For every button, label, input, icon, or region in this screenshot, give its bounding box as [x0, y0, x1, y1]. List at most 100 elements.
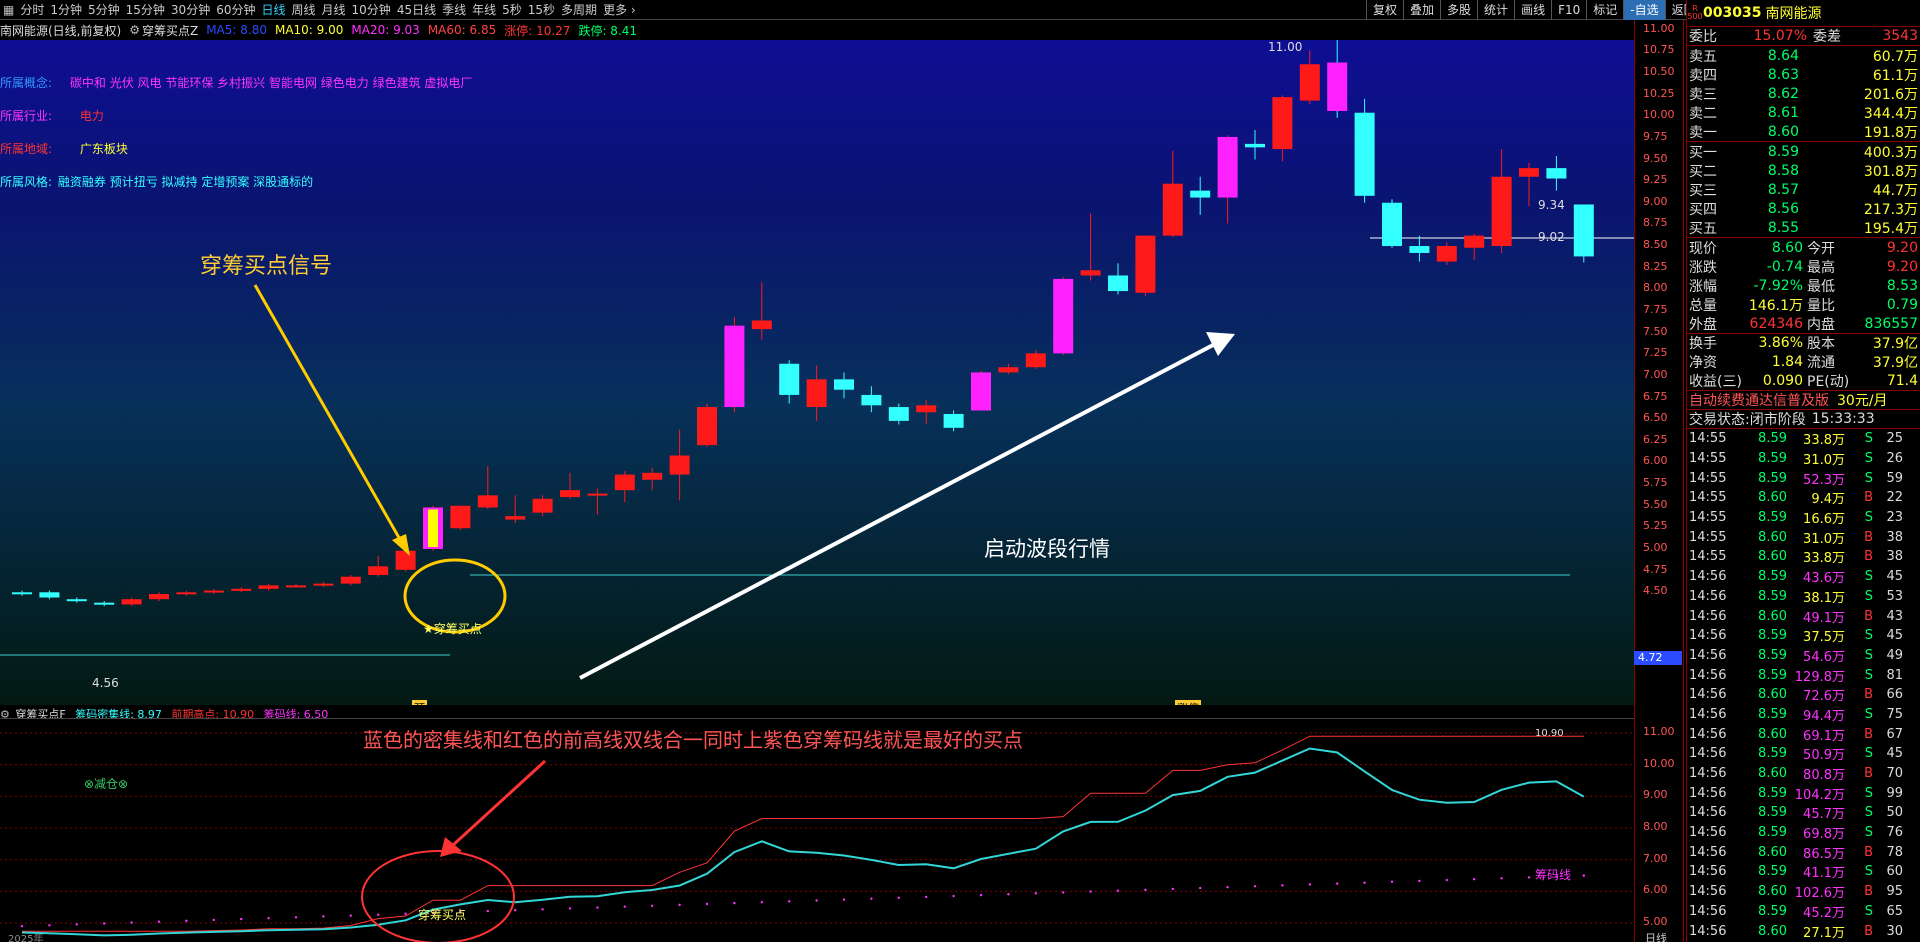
- candle-body: [642, 472, 663, 480]
- more-menu[interactable]: 更多 ›: [600, 1, 639, 18]
- period-fenshi[interactable]: 分时: [17, 1, 47, 18]
- chip-dot: [788, 900, 791, 903]
- tick-price: 8.59: [1758, 451, 1787, 467]
- chip-dot: [1116, 889, 1120, 892]
- chip-dot: [1390, 880, 1394, 884]
- candle-body: [1573, 204, 1594, 257]
- tick-side: B: [1864, 726, 1873, 742]
- candle-body: [149, 594, 169, 600]
- gear-icon[interactable]: ⚙: [129, 23, 140, 37]
- period-10min[interactable]: 10分钟: [349, 1, 394, 18]
- level-price: 8.57: [1767, 181, 1799, 198]
- chip-dot: [1007, 893, 1010, 896]
- stat-label-2: 内盘: [1807, 316, 1835, 333]
- tick-time: 14:56: [1689, 766, 1727, 782]
- ma10-value: MA10: 9.00: [274, 23, 344, 37]
- status-label: 交易状态:: [1689, 412, 1750, 428]
- period-5sec[interactable]: 5秒: [499, 1, 525, 18]
- period-30min[interactable]: 30分钟: [168, 1, 213, 18]
- level-price: 8.60: [1767, 123, 1799, 140]
- candle-body: [1162, 183, 1183, 236]
- tick-time: 14:56: [1689, 588, 1727, 604]
- kline-chart[interactable]: 所属概念: 碳中和 光伏 风电 节能环保 乡村振兴 智能电网 绿色电力 绿色建筑…: [0, 40, 1634, 705]
- tick-time: 14:55: [1689, 490, 1727, 506]
- draw-line-button[interactable]: 画线: [1514, 0, 1551, 20]
- tick-row: 14:56 8.60 72.6万 B 66: [1687, 685, 1920, 705]
- restore-right-button[interactable]: 复权: [1366, 0, 1403, 20]
- tick-count: 22: [1886, 490, 1903, 506]
- period-quarter[interactable]: 季线: [439, 1, 469, 18]
- candle-body: [1464, 235, 1485, 248]
- stat-value-2: 9.20: [1886, 258, 1918, 275]
- promo-row[interactable]: 自动续费通达信普及版 30元/月: [1687, 390, 1920, 409]
- chip-dot: [322, 915, 325, 918]
- period-daily[interactable]: 日线: [258, 1, 288, 18]
- level-label: 买二: [1689, 163, 1717, 180]
- candle-body: [340, 576, 361, 584]
- promo-text: 自动续费通达信普及版: [1689, 393, 1829, 409]
- period-year[interactable]: 年线: [469, 1, 499, 18]
- candle-body: [258, 585, 279, 589]
- tick-price: 8.59: [1758, 431, 1787, 447]
- candle-body: [1546, 168, 1567, 179]
- stat-label-2: 最高: [1807, 259, 1835, 276]
- period-15min[interactable]: 15分钟: [123, 1, 168, 18]
- sub-buy-label: 穿筹买点: [418, 908, 467, 922]
- tick-row: 14:56 8.59 41.1万 S 60: [1687, 862, 1920, 882]
- tick-side: B: [1864, 529, 1873, 545]
- stat-value: -0.74: [1766, 258, 1803, 275]
- f10-button[interactable]: F10: [1551, 0, 1586, 20]
- period-5min[interactable]: 5分钟: [85, 1, 123, 18]
- multi-stock-button[interactable]: 多股: [1440, 0, 1477, 20]
- level-label: 买四: [1689, 201, 1717, 218]
- stock-title: 南网能源(日线,前复权): [0, 23, 122, 38]
- chip-dot: [20, 924, 24, 928]
- level-volume: 301.8万: [1863, 163, 1918, 180]
- tick-side: B: [1864, 923, 1873, 939]
- tick-side: B: [1864, 844, 1873, 860]
- candle-body: [203, 590, 224, 593]
- tick-side: S: [1864, 510, 1873, 526]
- sub-tick: 7.00: [1643, 851, 1668, 865]
- tick-count: 99: [1886, 785, 1903, 801]
- statistics-button[interactable]: 统计: [1477, 0, 1514, 20]
- tick-row: 14:56 8.59 69.8万 S 76: [1687, 823, 1920, 843]
- period-multi[interactable]: 多周期: [558, 1, 600, 18]
- tick-price: 8.59: [1758, 706, 1787, 722]
- period-1min[interactable]: 1分钟: [47, 1, 85, 18]
- price-tick: 7.75: [1643, 303, 1668, 316]
- tick-count: 81: [1886, 667, 1903, 683]
- tick-count: 45: [1886, 628, 1903, 644]
- tick-row: 14:55 8.59 52.3万 S 59: [1687, 468, 1920, 488]
- watchlist-button[interactable]: -自选: [1623, 0, 1665, 20]
- stat-row: 换手 3.86% 股本 37.9亿: [1687, 333, 1920, 352]
- overlay-button[interactable]: 叠加: [1403, 0, 1440, 20]
- chip-dot: [103, 922, 106, 925]
- stat-label: 涨幅: [1689, 278, 1717, 295]
- status-value: 闭市阶段: [1749, 412, 1806, 428]
- period-45day[interactable]: 45日线: [394, 1, 439, 18]
- indicator-name[interactable]: 穿筹买点Z: [142, 22, 198, 39]
- tick-price: 8.60: [1758, 490, 1787, 506]
- tick-row: 14:55 8.60 33.8万 B 38: [1687, 547, 1920, 567]
- chip-label: 筹码线: [1535, 868, 1572, 882]
- period-60min[interactable]: 60分钟: [213, 1, 258, 18]
- price-axis: 11.00 10.75 10.50 10.25 10.00 9.75 9.50 9.25 9.0…: [1634, 20, 1684, 942]
- chip-dot: [514, 909, 517, 912]
- tick-price: 8.60: [1758, 608, 1787, 624]
- candle-highlight: [428, 509, 438, 548]
- period-monthly[interactable]: 月线: [319, 1, 349, 18]
- period-15sec[interactable]: 15秒: [525, 1, 558, 18]
- grid-icon[interactable]: ▦: [0, 3, 17, 17]
- level-label: 卖二: [1689, 105, 1717, 122]
- level-label: 卖四: [1689, 67, 1717, 84]
- tick-list[interactable]: 14:55 8.59 33.8万 S 25 14:55 8.59 31.0万 S 26 14:55 8…: [1687, 428, 1920, 942]
- mark-button[interactable]: 标记: [1586, 0, 1623, 20]
- candle-body: [1190, 190, 1211, 198]
- stat-label-2: 流通: [1807, 354, 1835, 371]
- period-weekly[interactable]: 周线: [289, 1, 319, 18]
- candle-body: [834, 379, 854, 390]
- sub-indicator-chart[interactable]: 蓝色的密集线和红色的前高线双线合一同时上紫色穿筹码线就是最好的买点 ⊗减仓⊗ 穿…: [0, 718, 1634, 942]
- tick-count: 49: [1886, 647, 1903, 663]
- level-volume: 61.1万: [1872, 67, 1918, 84]
